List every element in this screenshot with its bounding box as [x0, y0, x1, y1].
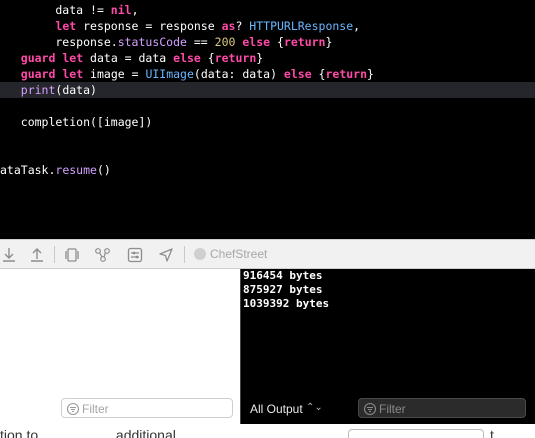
toolbar-separator	[184, 246, 185, 263]
simulate-location-icon[interactable]	[157, 246, 175, 264]
code-token: guard	[20, 67, 56, 81]
code-token: return	[283, 35, 326, 49]
filter-icon	[363, 402, 377, 416]
console-output-line: 1039392 bytes	[243, 297, 330, 310]
process-icon	[194, 248, 206, 260]
code-line[interactable]: data != nil,	[0, 2, 535, 18]
code-token: ,	[353, 19, 361, 33]
code-token: let	[62, 67, 84, 81]
debug-bar: ChefStreet	[0, 239, 535, 269]
code-token: ()	[96, 163, 111, 177]
code-token: HTTPURLResponse	[249, 19, 354, 33]
step-into-icon[interactable]	[0, 246, 18, 264]
code-line[interactable]: completion([image])	[0, 114, 535, 130]
code-token: ataTask.	[0, 163, 56, 177]
console-output[interactable]: 916454 bytes 875927 bytes 1039392 bytes Fi…	[240, 269, 535, 424]
code-token: let	[62, 51, 84, 65]
code-token: data = data	[83, 51, 174, 65]
code-token: resume	[55, 163, 97, 177]
code-token: completion([image])	[0, 115, 153, 129]
code-token: return	[214, 51, 257, 65]
code-token: print	[20, 83, 56, 97]
code-token: as	[221, 19, 236, 33]
view-hierarchy-icon[interactable]	[63, 246, 81, 264]
variables-view[interactable]: Filter	[0, 269, 240, 424]
code-line[interactable]	[0, 146, 535, 162]
code-token: {	[200, 51, 215, 65]
output-selector[interactable]: All Output	[250, 402, 303, 416]
background-search-box	[348, 429, 484, 438]
background-document-strip: tion to additional t	[0, 424, 535, 438]
code-token: {	[270, 35, 284, 49]
code-token: !=	[90, 3, 111, 17]
code-token: let	[55, 19, 77, 33]
code-token: data	[0, 3, 91, 17]
code-token: image =	[83, 67, 146, 81]
memory-graph-icon[interactable]	[94, 246, 112, 264]
filter-placeholder: Filter	[82, 402, 109, 416]
code-token: guard	[20, 51, 56, 65]
filter-placeholder: Filter	[379, 402, 406, 416]
background-text-tail: t	[490, 427, 494, 438]
background-text: tion to additional	[0, 427, 223, 438]
code-token: }	[325, 35, 333, 49]
code-token: }	[367, 67, 374, 81]
variables-filter-field[interactable]: Filter	[61, 398, 233, 418]
console-output-line: 916454 bytes	[243, 269, 323, 282]
code-token: ,	[131, 3, 139, 17]
code-token: ?	[235, 19, 250, 33]
code-token: nil	[110, 3, 132, 17]
code-token: else	[173, 51, 201, 65]
process-name[interactable]: ChefStreet	[210, 247, 267, 261]
code-token: 200	[214, 35, 236, 49]
code-token: response = response	[76, 19, 222, 33]
code-token: (data)	[55, 83, 97, 97]
code-line[interactable]: guard let data = data else {return}	[0, 50, 535, 66]
chevron-updown-icon[interactable]: ⌃⌄	[306, 402, 323, 413]
code-token: else	[283, 67, 312, 81]
code-line[interactable]: let response = response as? HTTPURLRespo…	[0, 18, 535, 34]
code-token: statusCode	[117, 35, 187, 49]
code-line[interactable]	[0, 130, 535, 146]
code-token: response.	[0, 35, 118, 49]
code-token: }	[256, 51, 264, 65]
toolbar-separator	[54, 246, 55, 263]
code-editor[interactable]: data != nil, let response = response as?…	[0, 0, 535, 239]
code-token: return	[325, 67, 368, 81]
step-out-icon[interactable]	[28, 246, 46, 264]
filter-icon	[66, 402, 80, 416]
code-line[interactable]: print(data)	[0, 82, 535, 98]
code-token: {	[311, 67, 326, 81]
console-filter-field[interactable]: Filter	[358, 398, 526, 418]
code-line[interactable]	[0, 98, 535, 114]
code-token: UIImage	[145, 67, 194, 81]
code-token: ==	[186, 35, 215, 49]
code-token: (data: data)	[193, 67, 284, 81]
code-line[interactable]: response.statusCode == 200 else {return}	[0, 34, 535, 50]
code-line[interactable]: ataTask.resume()	[0, 162, 535, 178]
code-line[interactable]: guard let image = UIImage(data: data) el…	[0, 66, 535, 82]
code-token: else	[242, 35, 271, 49]
console-output-line: 875927 bytes	[243, 283, 323, 296]
environment-overrides-icon[interactable]	[126, 246, 144, 264]
